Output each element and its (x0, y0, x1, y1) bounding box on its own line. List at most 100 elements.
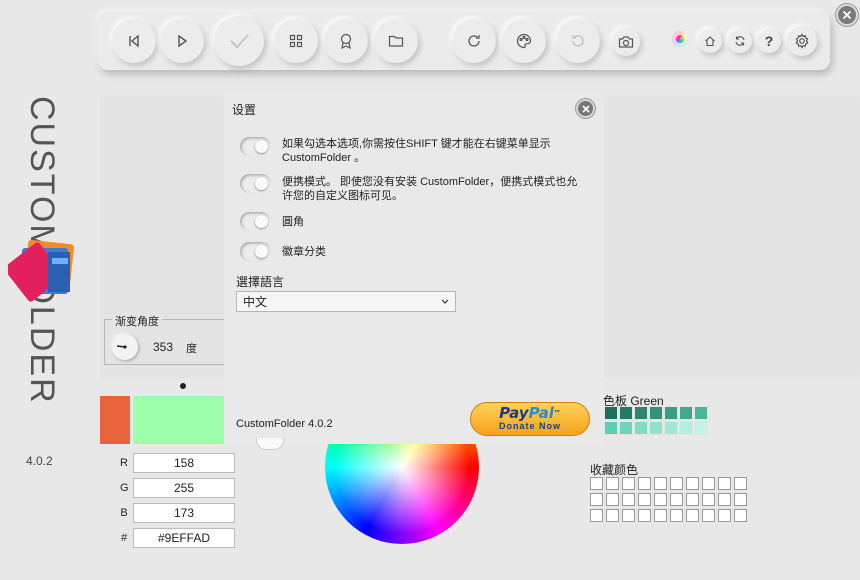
favorite-color-slot[interactable] (686, 493, 699, 506)
apply-button[interactable] (214, 16, 264, 66)
favorite-color-slot[interactable] (702, 493, 715, 506)
color-wheel-icon[interactable] (672, 31, 688, 47)
favorite-color-slot[interactable] (734, 509, 747, 522)
option-line: 如果勾选本选项,你需按住SHIFT 键才能在右键菜单显示 (282, 138, 551, 150)
refresh-button[interactable] (452, 19, 496, 63)
palette-swatch[interactable] (604, 421, 618, 435)
settings-close-button[interactable] (576, 99, 595, 118)
close-icon (581, 104, 590, 113)
home-button[interactable] (698, 29, 722, 53)
green-label: G (120, 482, 129, 494)
palette-swatch[interactable] (679, 406, 693, 420)
option-line: 便携模式。 即使您没有安装 CustomFolder，便携式模式也允 (282, 176, 578, 188)
favorite-color-slot[interactable] (638, 493, 651, 506)
blue-input[interactable]: 173 (133, 503, 235, 523)
favorite-color-slot[interactable] (606, 477, 619, 490)
palette-swatch[interactable] (619, 406, 633, 420)
red-input[interactable]: 158 (133, 453, 235, 473)
previous-button[interactable] (112, 19, 156, 63)
palette-swatch[interactable] (664, 421, 678, 435)
favorite-color-slot[interactable] (686, 477, 699, 490)
favorite-color-slot[interactable] (702, 477, 715, 490)
favorite-color-slot[interactable] (654, 509, 667, 522)
palette-swatch[interactable] (649, 421, 663, 435)
angle-unit: 度 (186, 343, 197, 355)
dial-needle-icon (116, 345, 127, 349)
palette-swatch[interactable] (649, 406, 663, 420)
angle-dial[interactable] (112, 334, 138, 360)
option-line: 许您的自定义图标可见。 (282, 190, 403, 202)
favorite-color-slot[interactable] (622, 509, 635, 522)
angle-value: 353 (153, 340, 174, 354)
close-app-button[interactable] (836, 4, 858, 26)
favorite-color-slot[interactable] (638, 477, 651, 490)
favorite-color-slot[interactable] (734, 493, 747, 506)
current-color-swatch[interactable] (133, 396, 224, 444)
favorite-color-slot[interactable] (654, 493, 667, 506)
badge-icon (340, 33, 352, 49)
hex-input[interactable]: #9EFFAD (133, 528, 235, 548)
palette-swatch[interactable] (664, 406, 678, 420)
paypal-logo: PayPal™ (499, 406, 561, 421)
home-icon (705, 36, 715, 47)
palette-swatch[interactable] (694, 406, 708, 420)
favorite-color-slot[interactable] (606, 509, 619, 522)
favorite-color-slot[interactable] (590, 477, 603, 490)
paypal-word-pay: Pay (499, 404, 529, 422)
favorite-color-slot[interactable] (590, 493, 603, 506)
language-select[interactable]: 中文 (236, 291, 456, 312)
shift-menu-toggle[interactable] (240, 137, 271, 156)
settings-button[interactable] (787, 26, 817, 56)
help-button[interactable]: ? (757, 29, 781, 53)
palette-swatch[interactable] (619, 421, 633, 435)
favorite-color-slot[interactable] (702, 509, 715, 522)
grid-icon (289, 34, 303, 48)
favorite-color-slot[interactable] (590, 509, 603, 522)
palette-swatch[interactable] (679, 421, 693, 435)
favorite-color-slot[interactable] (654, 477, 667, 490)
palette-button[interactable] (502, 19, 546, 63)
sync-button[interactable] (728, 29, 752, 53)
paypal-donate-button[interactable]: PayPal™ Donate Now (470, 402, 590, 436)
badge-button[interactable] (324, 19, 368, 63)
green-input[interactable]: 255 (133, 478, 235, 498)
favorite-color-slot[interactable] (734, 477, 747, 490)
favorite-color-slot[interactable] (670, 477, 683, 490)
rounded-corners-toggle[interactable] (240, 212, 271, 231)
toggle-knob (255, 245, 268, 258)
palette-swatch[interactable] (694, 421, 708, 435)
about-version-text: CustomFolder 4.0.2 (236, 418, 333, 430)
favorite-color-slot[interactable] (718, 509, 731, 522)
play-button[interactable] (160, 19, 204, 63)
color-wheel-disc[interactable] (325, 444, 479, 544)
folder-button[interactable] (374, 19, 418, 63)
favorite-color-slot[interactable] (622, 493, 635, 506)
portable-mode-toggle[interactable] (240, 174, 271, 193)
favorite-color-slot[interactable] (670, 509, 683, 522)
grid-button[interactable] (274, 19, 318, 63)
favorite-color-slot[interactable] (622, 477, 635, 490)
paypal-word-pal: Pal (528, 404, 554, 422)
badge-category-toggle[interactable] (240, 242, 271, 261)
option-line: CustomFolder 。 (282, 152, 366, 164)
favorite-color-slot[interactable] (718, 493, 731, 506)
camera-button[interactable] (612, 28, 640, 56)
language-label: 選擇語言 (236, 275, 285, 289)
previous-color-swatch[interactable] (100, 396, 130, 444)
favorite-color-slot[interactable] (638, 509, 651, 522)
undo-button[interactable] (556, 19, 600, 63)
palette-swatch[interactable] (604, 406, 618, 420)
palette-swatch[interactable] (634, 421, 648, 435)
favorite-color-slot[interactable] (670, 493, 683, 506)
favorite-color-slot[interactable] (686, 509, 699, 522)
favorite-color-slot[interactable] (606, 493, 619, 506)
color-wheel[interactable] (325, 444, 479, 544)
refresh-icon (468, 35, 480, 47)
palette-swatch[interactable] (634, 406, 648, 420)
favorites-label: 收藏颜色 (590, 463, 639, 477)
rounded-corners-option-label: 圓角 (282, 216, 304, 228)
check-icon (230, 34, 249, 49)
toolbar: ? (98, 12, 830, 70)
slider-handle[interactable] (256, 438, 284, 450)
favorite-color-slot[interactable] (718, 477, 731, 490)
